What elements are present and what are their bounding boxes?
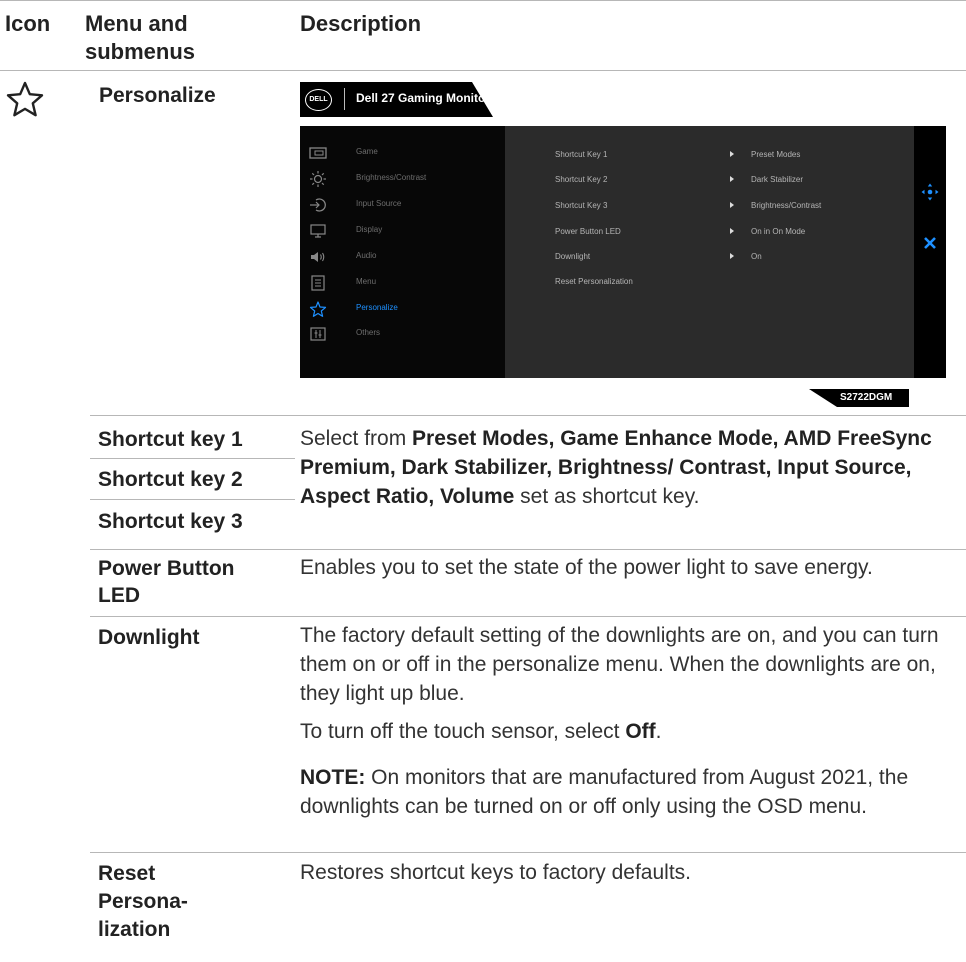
model-name: S2722DGM [840,392,893,403]
note-text: On monitors that are manufactured from A… [300,766,909,818]
row-label-downlight: Downlight [98,626,200,649]
nav-item-personalize[interactable]: Personalize [300,299,505,319]
arrow-right-icon [730,202,734,208]
row-rule [90,458,295,459]
nav-item-game[interactable]: Game [300,143,505,163]
row-label-reset-3: lization [98,918,171,941]
nav-item-menu[interactable]: Menu [300,273,505,293]
desc-text: To turn off the touch sensor, select [300,720,626,743]
arrow-right-icon [730,176,734,182]
row-rule [90,852,966,853]
col-header-description: Description [300,11,422,36]
osd-options-panel: Shortcut Key 1 Preset Modes Shortcut Key… [505,126,914,378]
note-label: NOTE: [300,766,366,789]
nav-label: Personalize [356,303,398,312]
arrow-right-icon [730,253,734,259]
row-rule [90,616,966,617]
dell-logo: DELL [305,89,332,111]
row-rule [90,415,966,416]
row-label-shortcut-key-3: Shortcut key 3 [98,510,243,533]
row-label-shortcut-key-2: Shortcut key 2 [98,468,243,491]
header-rule [0,70,966,71]
option-shortcut-key-3[interactable]: Shortcut Key 3 [555,201,607,210]
nav-label: Game [356,147,378,156]
move-joystick-icon[interactable] [920,182,940,202]
option-shortcut-key-2[interactable]: Shortcut Key 2 [555,175,607,184]
section-title: Personalize [99,84,216,107]
row-label-power-button-led-1: Power Button [98,557,235,580]
downlight-description: The factory default setting of the downl… [300,624,939,705]
option-value: Preset Modes [751,150,801,159]
desc-text: . [655,720,662,743]
nav-item-audio[interactable]: Audio [300,247,505,267]
row-label-shortcut-key-1: Shortcut key 1 [98,428,243,451]
option-value: Dark Stabilizer [751,175,804,184]
audio-icon [311,252,325,262]
osd-side-panel [914,126,946,378]
close-icon[interactable] [923,236,937,250]
downlight-note: NOTE: On monitors that are manufactured … [300,763,964,821]
option-shortcut-key-1[interactable]: Shortcut Key 1 [555,150,607,159]
nav-item-brightness-contrast[interactable]: Brightness/Contrast [300,169,505,189]
input-source-icon [310,198,326,212]
option-power-button-led[interactable]: Power Button LED [555,227,621,236]
option-downlight[interactable]: Downlight [555,252,590,261]
arrow-right-icon [730,228,734,234]
desc-bold: Off [625,720,656,743]
nav-label: Menu [356,277,377,286]
col-header-icon: Icon [5,11,51,36]
row-label-reset-2: Persona- [98,890,188,913]
row-label-reset-1: Reset [98,862,156,885]
game-icon [309,147,327,159]
desc-text: set as shortcut key. [514,485,700,508]
row-rule [90,549,966,550]
option-value: Brightness/Contrast [751,201,822,210]
nav-label: Brightness/Contrast [356,173,427,182]
nav-item-input-source[interactable]: Input Source [300,195,505,215]
row-rule [90,499,295,500]
row-label-power-button-led-2: LED [98,584,140,607]
nav-label: Others [356,328,381,337]
col-header-menu-line2: submenus [85,39,196,64]
shortcut-description: Select from Preset Modes, Game Enhance M… [300,424,960,511]
star-icon [309,301,327,317]
nav-label: Input Source [356,199,402,208]
star-outline-icon [6,81,44,117]
display-icon [310,224,326,238]
col-header-menu-line1: Menu and [85,11,188,36]
top-rule [0,0,966,1]
brightness-icon [310,171,326,187]
downlight-off-instruction: To turn off the touch sensor, select Off… [300,717,960,746]
arrow-right-icon [730,151,734,157]
option-value: On in On Mode [751,227,806,236]
power-description: Enables you to set the state of the powe… [300,556,873,579]
nav-item-display[interactable]: Display [300,221,505,241]
osd-nav-panel: Game Brightness/Contrast Input Source Di… [300,126,505,378]
nav-label: Display [356,225,383,234]
tab-divider [344,88,345,110]
option-reset-personalization[interactable]: Reset Personalization [555,277,633,286]
nav-label: Audio [356,251,377,260]
others-icon [310,327,326,341]
option-value: On [751,252,762,261]
reset-description: Restores shortcut keys to factory defaul… [300,861,692,884]
osd-window: Game Brightness/Contrast Input Source Di… [300,126,946,378]
nav-item-others[interactable]: Others [300,324,505,344]
menu-icon [311,275,325,291]
desc-text: Select from [300,427,413,450]
osd-title: Dell 27 Gaming Monitor [356,91,491,105]
